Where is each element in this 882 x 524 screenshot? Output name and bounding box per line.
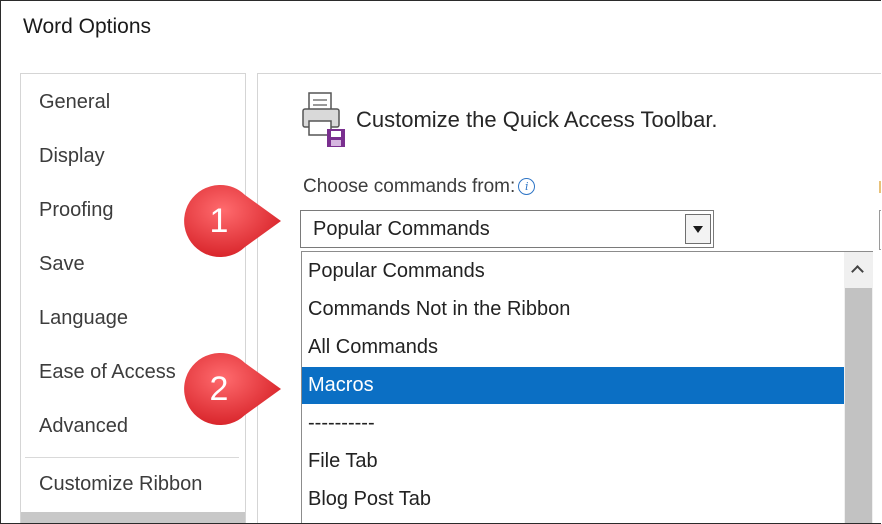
- quick-access-toolbar-icon: [302, 92, 345, 147]
- dropdown-option-macros[interactable]: Macros: [302, 367, 844, 404]
- sidebar: General Display Proofing Save Language E…: [20, 73, 246, 523]
- dropdown-option-commands-not-in-ribbon[interactable]: Commands Not in the Ribbon: [302, 291, 844, 328]
- dropdown-option-blog-post-tab[interactable]: Blog Post Tab: [302, 481, 844, 518]
- chevron-down-icon[interactable]: [685, 214, 711, 244]
- sidebar-item-ease-of-access[interactable]: Ease of Access: [39, 361, 176, 384]
- sidebar-item-proofing[interactable]: Proofing: [39, 199, 114, 222]
- choose-commands-text: Choose commands from:: [303, 176, 516, 197]
- partial-dropdown[interactable]: [879, 210, 881, 250]
- sidebar-item-quick-access-toolbar[interactable]: [21, 512, 245, 523]
- choose-commands-label: Choose commands from: i: [303, 176, 536, 198]
- callout-1-number: 1: [209, 202, 229, 240]
- commands-dropdown-list: Popular Commands Commands Not in the Rib…: [301, 251, 873, 523]
- sidebar-item-language[interactable]: Language: [39, 307, 128, 330]
- dropdown-scrollbar[interactable]: [844, 252, 873, 523]
- dropdown-option-file-tab[interactable]: File Tab: [302, 443, 844, 480]
- sidebar-item-display[interactable]: Display: [39, 145, 105, 168]
- choose-commands-dropdown[interactable]: Popular Commands: [300, 210, 714, 248]
- sidebar-item-general[interactable]: General: [39, 91, 110, 114]
- callout-2: 2: [179, 349, 289, 429]
- section-heading: Customize the Quick Access Toolbar.: [356, 107, 718, 132]
- dropdown-option-popular-commands[interactable]: Popular Commands: [302, 253, 844, 290]
- window-title: Word Options: [23, 15, 151, 38]
- sidebar-item-save[interactable]: Save: [39, 253, 85, 276]
- callout-2-number: 2: [209, 370, 229, 408]
- sidebar-item-customize-ribbon[interactable]: Customize Ribbon: [39, 473, 202, 496]
- sidebar-divider: [25, 457, 239, 458]
- dropdown-option-all-commands[interactable]: All Commands: [302, 329, 844, 366]
- callout-1: 1: [179, 181, 289, 261]
- dropdown-selected-value: Popular Commands: [313, 218, 490, 240]
- sidebar-item-advanced[interactable]: Advanced: [39, 415, 128, 438]
- word-options-window: Word Options General Display Proofing Sa…: [0, 0, 881, 524]
- dropdown-option-separator: ----------: [308, 412, 375, 434]
- partial-icon: [879, 181, 881, 193]
- info-icon[interactable]: i: [518, 178, 536, 195]
- scroll-up-icon[interactable]: [844, 252, 873, 286]
- scroll-thumb[interactable]: [845, 288, 872, 523]
